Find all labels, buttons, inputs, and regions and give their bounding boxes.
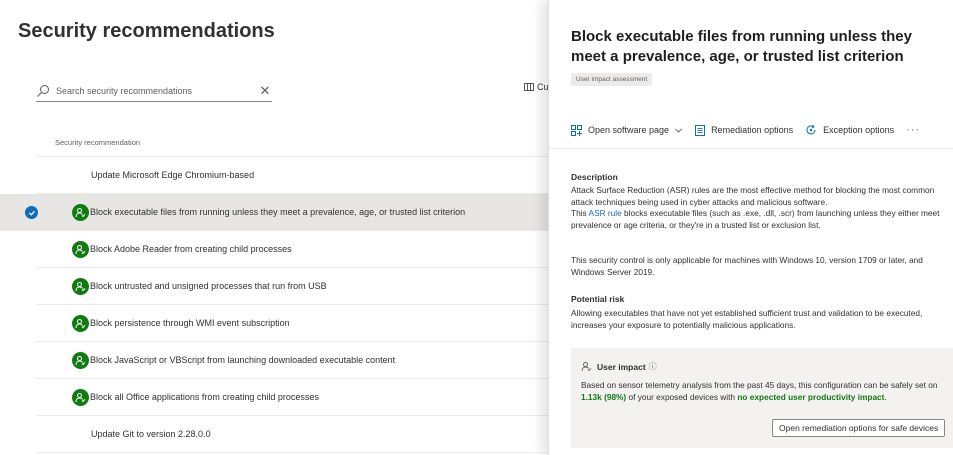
- table-row[interactable]: Block persistence through WMI event subs…: [36, 305, 560, 342]
- description-paragraph-2: This ASR rule blocks executable files (s…: [571, 208, 953, 231]
- exception-icon: [806, 124, 816, 135]
- user-impact-icon: [72, 277, 89, 295]
- row-label: Block Adobe Reader from creating child p…: [90, 244, 292, 254]
- row-label: Block executable files from running unle…: [90, 207, 466, 217]
- table-row[interactable]: Update Git to version 2.28.0.0: [36, 416, 560, 453]
- user-impact-icon: [72, 314, 89, 332]
- row-label: Update Git to version 2.28.0.0: [91, 429, 211, 439]
- risk-paragraph: Allowing executables that have not yet e…: [571, 308, 923, 330]
- more-icon[interactable]: ···: [906, 124, 920, 136]
- table-row[interactable]: Block Adobe Reader from creating child p…: [36, 231, 560, 268]
- table-row-selected[interactable]: Block executable files from running unle…: [0, 194, 560, 231]
- table-row[interactable]: Block all Office applications from creat…: [36, 379, 560, 416]
- open-remediation-safe-devices-button[interactable]: Open remediation options for safe device…: [772, 419, 946, 437]
- desc-text-post: blocks executable files (such as .exe, .…: [571, 208, 940, 230]
- user-impact-card: User impact ⓘ Based on sensor telemetry …: [571, 348, 953, 448]
- select-check-icon[interactable]: [25, 206, 38, 219]
- user-impact-icon: [72, 388, 89, 406]
- description-paragraph-1: Attack Surface Reduction (ASR) rules are…: [571, 185, 935, 207]
- row-label: Block persistence through WMI event subs…: [90, 318, 290, 328]
- row-label: Block JavaScript or VBScript from launch…: [90, 355, 396, 365]
- user-impact-text: Based on sensor telemetry analysis from …: [581, 379, 949, 403]
- user-impact-tag: User impact assessment: [571, 73, 653, 86]
- exception-label: Exception options: [823, 125, 895, 135]
- search-box[interactable]: Search security recommendations ✕: [36, 80, 272, 102]
- description-paragraph-3: This security control is only applicable…: [571, 255, 923, 277]
- no-impact-text: no expected user productivity impact: [737, 392, 885, 402]
- impact-text-pre: Based on sensor telemetry analysis from …: [581, 380, 938, 390]
- desc-text-pre: This: [571, 208, 589, 218]
- info-icon[interactable]: ⓘ: [649, 361, 657, 372]
- impact-text-mid: of your exposed devices with: [626, 392, 738, 402]
- user-impact-heading: User impact ⓘ: [581, 361, 657, 372]
- chevron-down-icon: [675, 128, 682, 133]
- risk-heading: Potential risk: [571, 294, 625, 304]
- row-label: Block all Office applications from creat…: [90, 392, 319, 402]
- user-impact-icon: [72, 351, 89, 369]
- impact-text-end: .: [884, 392, 887, 402]
- asr-rule-link[interactable]: ASR rule: [589, 208, 622, 218]
- apps-icon: [571, 124, 582, 136]
- table-row[interactable]: Update Microsoft Edge Chromium-based: [36, 157, 560, 194]
- exception-options-button[interactable]: Exception options: [805, 124, 894, 136]
- columns-label: Cu: [537, 82, 549, 92]
- panel-divider: [549, 148, 953, 149]
- recommendations-list-pane: Security recommendations Search security…: [0, 0, 560, 455]
- columns-icon: [524, 83, 534, 91]
- table-row[interactable]: Block untrusted and unsigned processes t…: [36, 268, 560, 305]
- clear-icon[interactable]: ✕: [258, 83, 272, 99]
- user-impact-icon: [72, 240, 89, 258]
- panel-title: Block executable files from running unle…: [571, 28, 912, 65]
- columns-button[interactable]: Cu: [524, 82, 549, 92]
- open-software-label: Open software page: [588, 125, 670, 135]
- search-input[interactable]: Search security recommendations: [56, 86, 258, 96]
- remediation-label: Remediation options: [711, 125, 794, 135]
- remediation-icon: [695, 124, 706, 136]
- search-icon: [37, 84, 49, 97]
- recommendation-detail-panel: Block executable files from running unle…: [548, 0, 953, 455]
- row-label: Block untrusted and unsigned processes t…: [90, 281, 327, 291]
- user-impact-title: User impact: [597, 361, 646, 372]
- page-title: Security recommendations: [18, 20, 275, 42]
- user-impact-icon: [72, 203, 89, 221]
- panel-toolbar: Open software page Remediation options E…: [571, 122, 920, 138]
- open-software-page-button[interactable]: Open software page: [571, 124, 683, 136]
- column-header-recommendation[interactable]: Security recommendation: [55, 138, 140, 147]
- recommendations-table: Update Microsoft Edge Chromium-based Blo…: [0, 157, 560, 453]
- table-row[interactable]: Block JavaScript or VBScript from launch…: [36, 342, 560, 379]
- device-count: 1.13k (98%): [581, 392, 627, 402]
- remediation-options-button[interactable]: Remediation options: [695, 124, 794, 136]
- description-heading: Description: [571, 172, 618, 182]
- row-label: Update Microsoft Edge Chromium-based: [91, 170, 255, 180]
- user-impact-icon: [581, 362, 592, 372]
